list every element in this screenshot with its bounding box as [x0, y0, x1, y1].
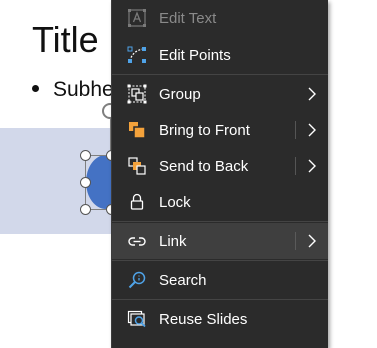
- menu-item-label: Send to Back: [159, 157, 249, 175]
- menu-item-label: Bring to Front: [159, 121, 250, 139]
- menu-item-reuse-slides[interactable]: Reuse Slides: [112, 301, 328, 337]
- menu-item-edit-text: Edit Text: [112, 0, 328, 36]
- menu-item-label: Edit Text: [159, 9, 217, 27]
- split-button-divider: [295, 121, 296, 139]
- send-to-back-icon: [126, 155, 148, 177]
- link-icon: [126, 230, 148, 252]
- edit-text-icon: [126, 7, 148, 29]
- menu-item-edit-points[interactable]: Edit Points: [112, 37, 328, 73]
- split-button-divider: [295, 232, 296, 250]
- menu-separator: [112, 221, 328, 222]
- menu-item-lock[interactable]: Lock: [112, 184, 328, 220]
- search-icon: [126, 269, 148, 291]
- menu-separator: [112, 260, 328, 261]
- resize-handle-top-left[interactable]: [80, 150, 91, 161]
- bullet-icon: [32, 84, 39, 92]
- chevron-right-icon[interactable]: [306, 234, 318, 248]
- chevron-right-icon: [306, 87, 318, 101]
- chevron-right-icon[interactable]: [306, 159, 318, 173]
- context-menu: Edit Text Edit Points Group Bring to Fro…: [111, 0, 328, 348]
- group-icon: [126, 83, 148, 105]
- menu-item-bring-to-front[interactable]: Bring to Front: [112, 112, 328, 148]
- slide-subheading-text: Subhe: [53, 78, 114, 101]
- chevron-right-icon[interactable]: [306, 123, 318, 137]
- resize-handle-middle-left[interactable]: [80, 177, 91, 188]
- menu-item-label: Edit Points: [159, 46, 231, 64]
- menu-item-label: Reuse Slides: [159, 310, 248, 328]
- menu-separator: [112, 74, 328, 75]
- menu-item-link[interactable]: Link: [112, 223, 328, 259]
- resize-handle-bottom-left[interactable]: [80, 204, 91, 215]
- slide-title[interactable]: Title: [32, 16, 99, 64]
- menu-item-label: Group: [159, 85, 201, 103]
- menu-separator: [112, 299, 328, 300]
- menu-item-group[interactable]: Group: [112, 76, 328, 112]
- menu-item-label: Search: [159, 271, 207, 289]
- bring-to-front-icon: [126, 119, 148, 141]
- reuse-slides-icon: [126, 308, 148, 330]
- menu-item-search[interactable]: Search: [112, 262, 328, 298]
- slide-subheading[interactable]: Subhe: [32, 76, 114, 104]
- menu-item-label: Lock: [159, 193, 191, 211]
- lock-icon: [126, 191, 148, 213]
- menu-item-send-to-back[interactable]: Send to Back: [112, 148, 328, 184]
- menu-item-label: Link: [159, 232, 187, 250]
- edit-points-icon: [126, 44, 148, 66]
- split-button-divider: [295, 157, 296, 175]
